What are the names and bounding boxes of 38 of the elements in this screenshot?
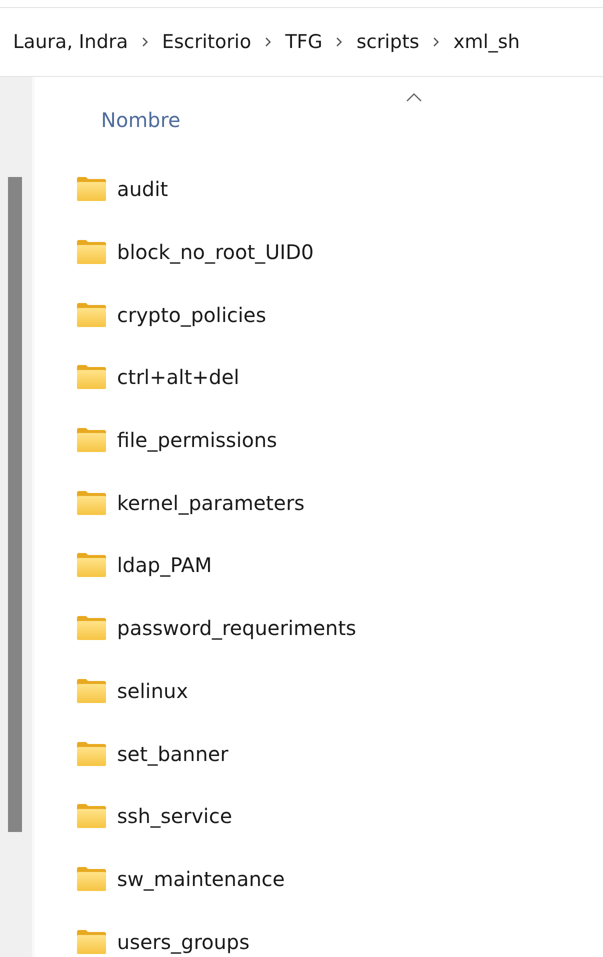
folder-name[interactable]: ctrl+alt+del (117, 365, 240, 390)
folder-name[interactable]: kernel_parameters (117, 490, 305, 515)
chevron-right-icon (432, 36, 440, 48)
folder-icon (77, 365, 106, 390)
folder-name[interactable]: password_requeriments (117, 616, 356, 640)
breadcrumb-item[interactable]: scripts (356, 31, 420, 53)
folder-name[interactable]: users_groups (117, 930, 250, 954)
column-header[interactable]: Nombre (101, 108, 180, 132)
folder-icon (77, 428, 106, 452)
breadcrumb-item[interactable]: Escritorio (162, 31, 252, 53)
folder-icon (77, 490, 106, 515)
folder-name[interactable]: selinux (117, 678, 188, 703)
folder-name[interactable]: ldap_PAM (117, 553, 212, 578)
breadcrumb-item[interactable]: TFG (285, 31, 322, 53)
folder-icon (77, 930, 106, 954)
folder-name[interactable]: audit (117, 177, 168, 202)
chevron-right-icon (264, 36, 272, 48)
folder-icon (77, 866, 106, 891)
chevron-up-icon (406, 93, 422, 102)
folder-name[interactable]: set_banner (117, 742, 228, 766)
folder-icon (77, 177, 106, 202)
breadcrumb-item[interactable]: Laura, Indra (13, 31, 128, 53)
folder-icon (77, 678, 106, 703)
folder-icon (77, 742, 106, 766)
folder-name[interactable]: ssh_service (117, 804, 232, 828)
folder-icon (77, 616, 106, 640)
folder-name[interactable]: crypto_policies (117, 302, 266, 327)
folder-icon (77, 302, 106, 327)
folder-icon (77, 240, 106, 264)
chevron-right-icon (335, 36, 344, 48)
chevron-right-icon (140, 36, 149, 48)
folder-icon (77, 804, 106, 828)
scrollbar-thumb[interactable] (8, 177, 22, 832)
breadcrumb-item[interactable]: xml_sh (453, 31, 520, 53)
folder-name[interactable]: sw_maintenance (117, 866, 285, 891)
folder-name[interactable]: block_no_root_UID0 (117, 240, 314, 264)
folder-name[interactable]: file_permissions (117, 428, 278, 452)
folder-icon (77, 553, 106, 578)
